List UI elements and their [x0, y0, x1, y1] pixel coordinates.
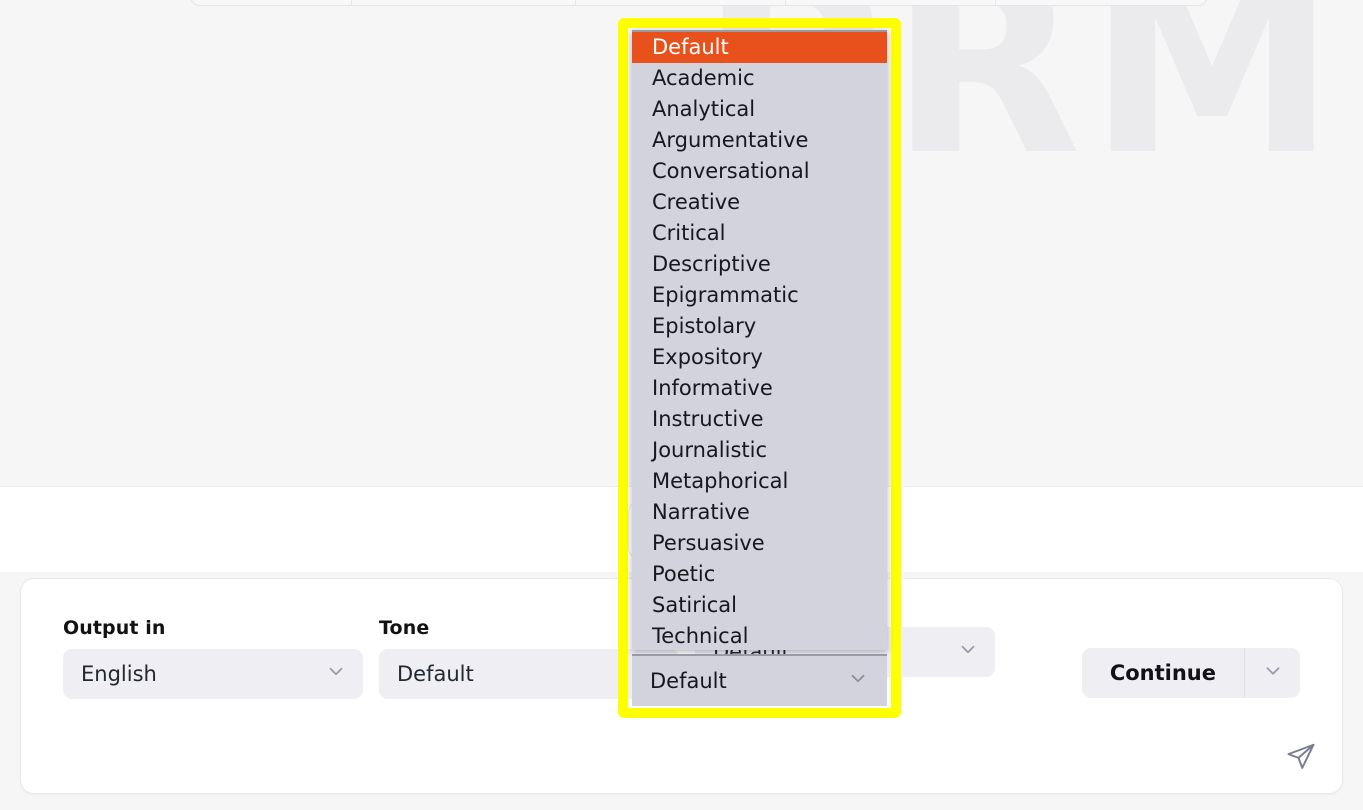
output-language-value: English — [81, 662, 157, 686]
table-cell-title: Maintaining Your Migrated Database: Best — [785, 0, 995, 5]
continue-group: Continue — [1082, 648, 1300, 698]
table-cell-description: Once your database migration is complete… — [995, 0, 1208, 5]
dropdown-option[interactable]: Default — [632, 32, 887, 63]
table-cell-topic: database migration maintenance — [351, 0, 575, 5]
dropdown-option[interactable]: Critical — [632, 218, 887, 249]
continue-dropdown-toggle[interactable] — [1244, 648, 1300, 698]
dropdown-option[interactable]: Technical — [632, 621, 887, 650]
dropdown-option[interactable]: Narrative — [632, 497, 887, 528]
chevron-down-icon — [325, 661, 347, 688]
table-body: Aftermath database migration maintenance… — [191, 0, 1208, 5]
tone-value: Default — [397, 662, 474, 686]
style-select-collapsed[interactable]: Default — [632, 654, 887, 706]
chevron-down-icon — [1262, 660, 1284, 686]
output-language-select[interactable]: English — [63, 649, 363, 699]
dropdown-option[interactable]: Descriptive — [632, 249, 887, 280]
dropdown-option[interactable]: Instructive — [632, 404, 887, 435]
output-language-label: Output in — [63, 617, 363, 639]
table-cell-intent: Informational — [575, 0, 785, 5]
table-row: Aftermath database migration maintenance… — [191, 0, 1208, 5]
dropdown-option[interactable]: Epigrammatic — [632, 280, 887, 311]
chevron-down-icon — [847, 668, 869, 695]
dropdown-option[interactable]: Academic — [632, 63, 887, 94]
dropdown-option[interactable]: Epistolary — [632, 311, 887, 342]
send-row — [1286, 741, 1316, 775]
app-root: PRM Aftermath database migration mainten… — [0, 0, 1363, 810]
dropdown-option[interactable]: Expository — [632, 342, 887, 373]
dropdown-option[interactable]: Informative — [632, 373, 887, 404]
style-select-collapsed-value: Default — [650, 669, 727, 693]
table-cell-keyword: Aftermath — [191, 0, 351, 5]
results-table: Aftermath database migration maintenance… — [190, 0, 1208, 6]
dropdown-option[interactable]: Argumentative — [632, 125, 887, 156]
output-language-field: Output in English — [63, 617, 363, 699]
dropdown-option[interactable]: Analytical — [632, 94, 887, 125]
dropdown-option[interactable]: Satirical — [632, 590, 887, 621]
continue-button[interactable]: Continue — [1082, 648, 1244, 698]
dropdown-option[interactable]: Conversational — [632, 156, 887, 187]
dropdown-option[interactable]: Creative — [632, 187, 887, 218]
dropdown-option[interactable]: Poetic — [632, 559, 887, 590]
send-icon[interactable] — [1286, 741, 1316, 775]
dropdown-option[interactable]: Metaphorical — [632, 466, 887, 497]
chevron-down-icon — [957, 639, 979, 666]
dropdown-option[interactable]: Persuasive — [632, 528, 887, 559]
dropdown-option[interactable]: Journalistic — [632, 435, 887, 466]
tone-dropdown-list[interactable]: DefaultAcademicAnalyticalArgumentativeCo… — [632, 30, 887, 650]
